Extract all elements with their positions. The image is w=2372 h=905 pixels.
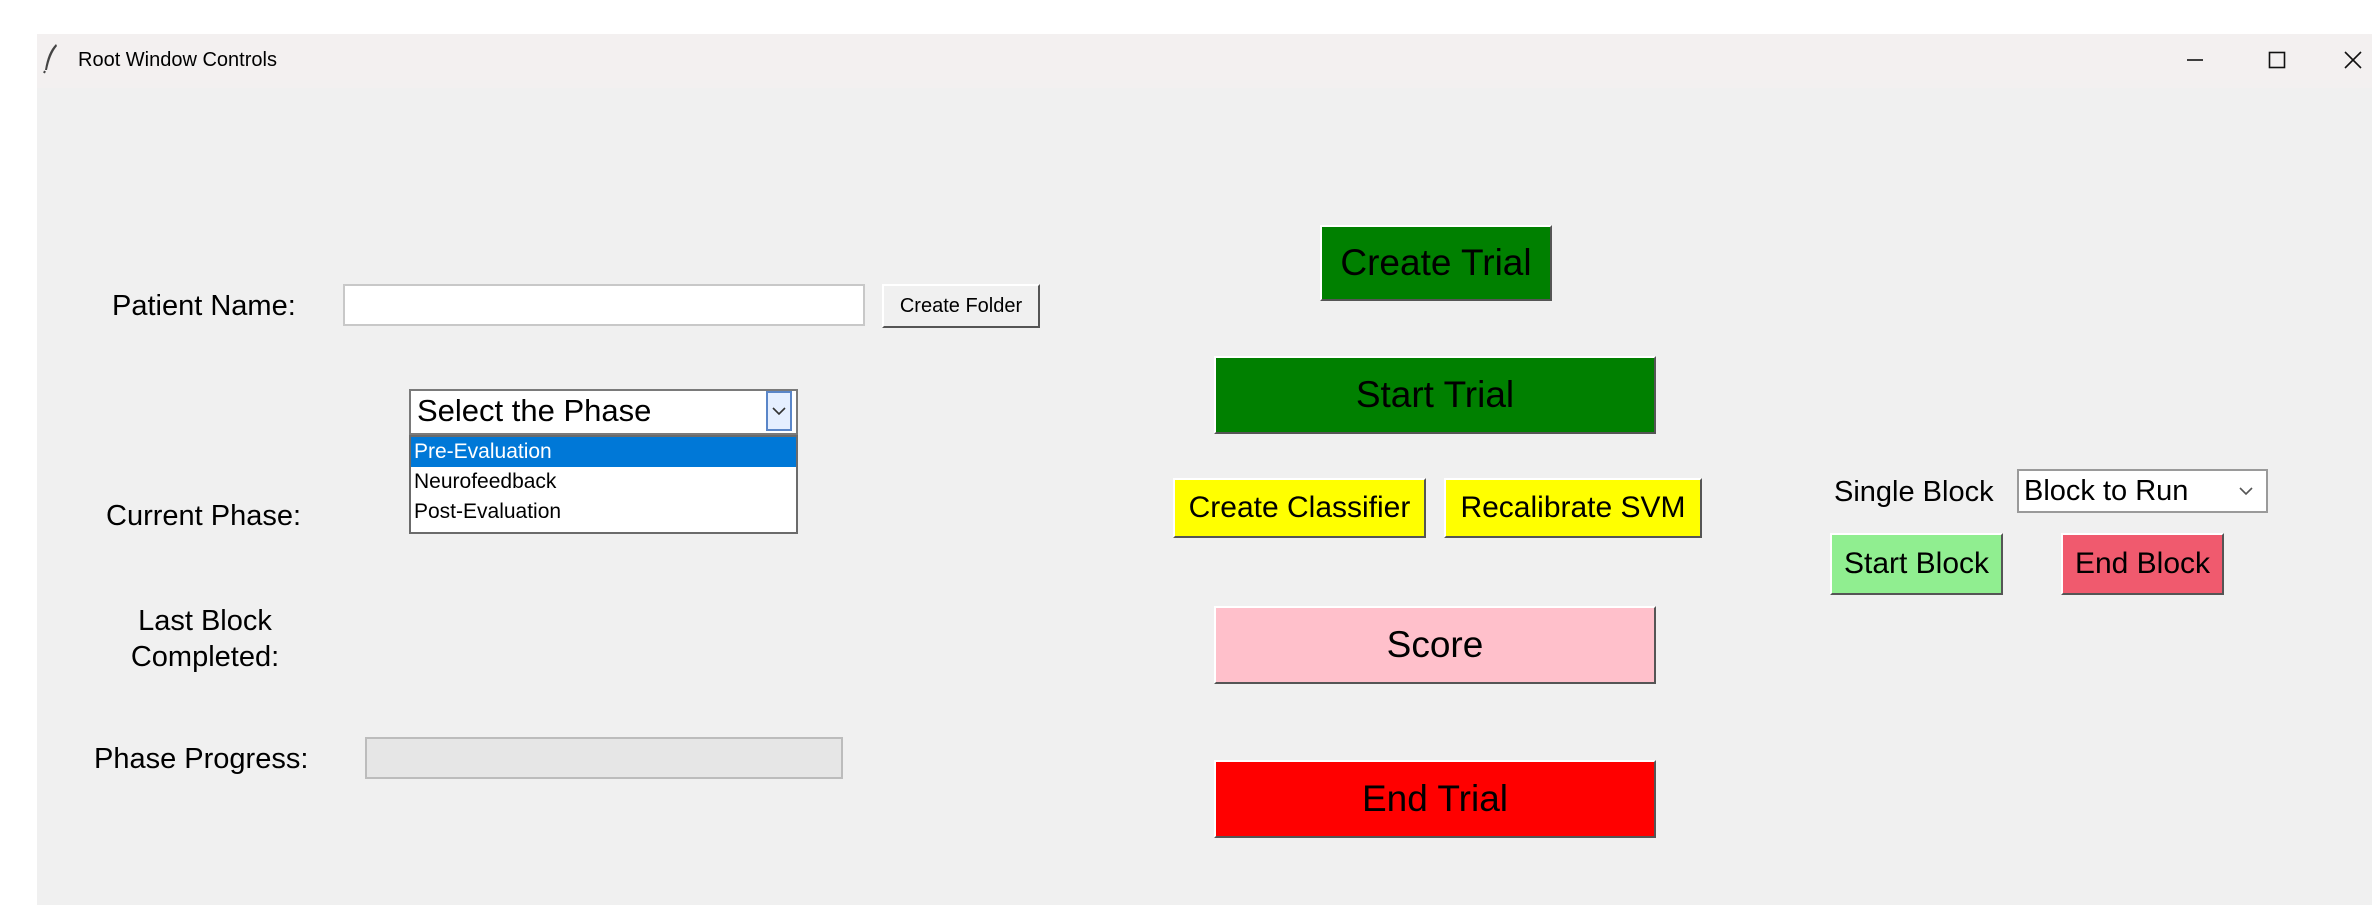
phase-option-post-evaluation[interactable]: Post-Evaluation <box>411 497 796 527</box>
maximize-button[interactable] <box>2247 40 2307 80</box>
create-classifier-button[interactable]: Create Classifier <box>1173 478 1426 538</box>
block-to-run-combobox[interactable]: Block to Run <box>2017 469 2268 513</box>
recalibrate-svm-button[interactable]: Recalibrate SVM <box>1444 478 1702 538</box>
start-trial-button[interactable]: Start Trial <box>1214 356 1656 434</box>
score-button[interactable]: Score <box>1214 606 1656 684</box>
chevron-down-icon <box>2239 487 2253 496</box>
patient-name-label: Patient Name: <box>112 290 296 322</box>
phase-combobox[interactable]: Select the Phase <box>409 389 798 435</box>
phase-option-neurofeedback[interactable]: Neurofeedback <box>411 467 796 497</box>
phase-progress-bar <box>365 737 843 779</box>
minimize-button[interactable] <box>2165 40 2225 80</box>
phase-option-pre-evaluation[interactable]: Pre-Evaluation <box>411 437 796 467</box>
phase-progress-label: Phase Progress: <box>94 743 309 775</box>
title-bar <box>37 34 2372 88</box>
block-to-run-value: Block to Run <box>2024 475 2189 507</box>
phase-options-list: Pre-Evaluation Neurofeedback Post-Evalua… <box>409 435 798 534</box>
last-block-label: Last Block Completed: <box>110 603 300 675</box>
single-block-label: Single Block <box>1834 476 1994 508</box>
create-trial-button[interactable]: Create Trial <box>1320 225 1552 301</box>
close-icon <box>2344 51 2362 69</box>
minimize-icon <box>2187 59 2203 61</box>
end-block-button[interactable]: End Block <box>2061 533 2224 595</box>
create-folder-button[interactable]: Create Folder <box>882 284 1040 328</box>
phase-dropdown-button[interactable] <box>766 391 792 431</box>
close-button[interactable] <box>2334 40 2372 80</box>
last-block-label-line1: Last Block <box>138 605 272 637</box>
start-block-button[interactable]: Start Block <box>1830 533 2003 595</box>
feather-icon <box>43 44 57 74</box>
phase-combobox-value: Select the Phase <box>417 393 652 428</box>
patient-name-input[interactable] <box>343 284 865 326</box>
window-title: Root Window Controls <box>78 49 277 71</box>
end-trial-button[interactable]: End Trial <box>1214 760 1656 838</box>
chevron-down-icon <box>772 407 786 416</box>
last-block-label-line2: Completed: <box>130 641 280 673</box>
maximize-icon <box>2268 51 2286 69</box>
current-phase-label: Current Phase: <box>106 500 302 532</box>
